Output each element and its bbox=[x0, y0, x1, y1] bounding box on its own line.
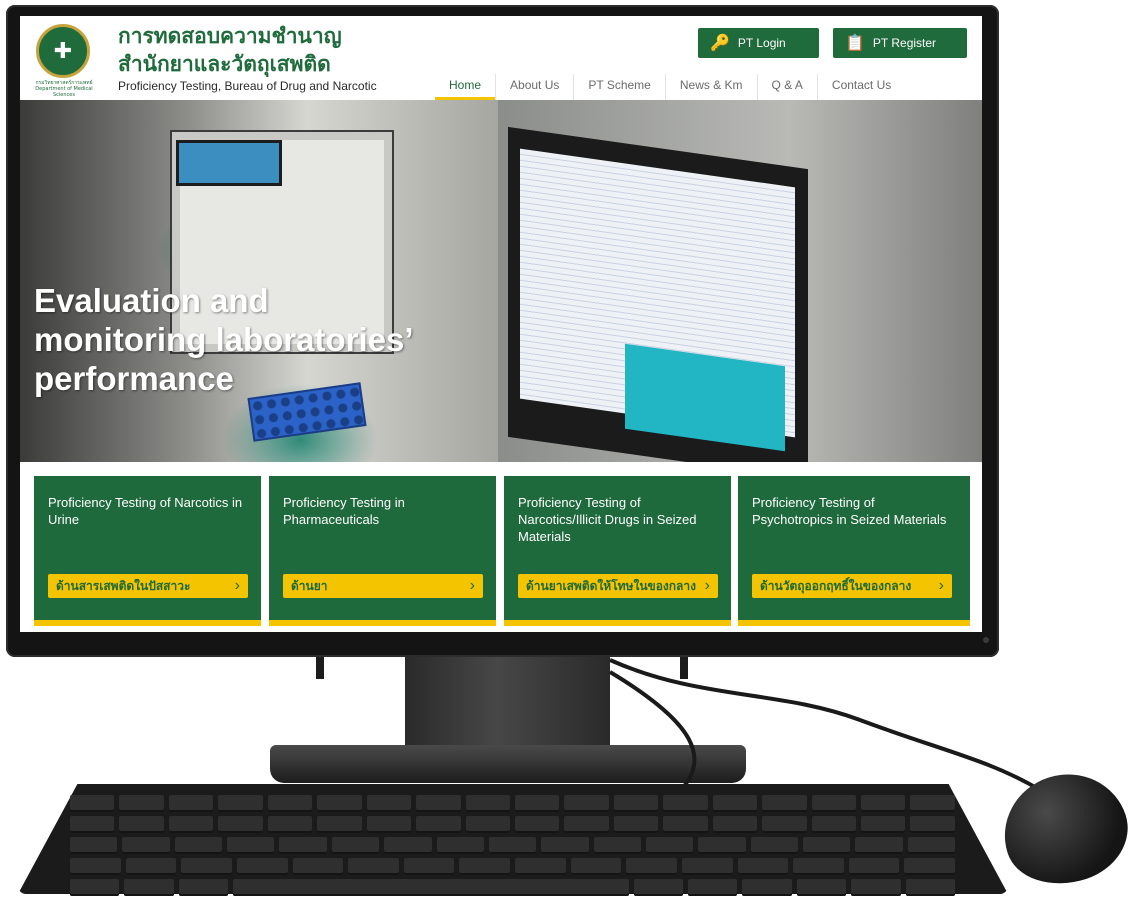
hero-heading: Evaluation and monitoring laboratories’ … bbox=[34, 281, 554, 398]
pt-login-button[interactable]: 🔑 PT Login bbox=[698, 28, 819, 58]
monitor-stand-base bbox=[270, 745, 746, 783]
keyboard-keys bbox=[70, 795, 956, 896]
nav-item-qa[interactable]: Q & A bbox=[756, 74, 817, 100]
pt-scheme-cards: Proficiency Testing of Narcotics in Urin… bbox=[20, 462, 982, 632]
card-accent-bar bbox=[34, 620, 261, 626]
chevron-right-icon: › bbox=[469, 577, 475, 594]
card-button-label: ด้านวัตถุออกฤทธิ์ในของกลาง bbox=[760, 578, 912, 593]
chevron-right-icon: › bbox=[704, 577, 710, 594]
monitor-foot-right bbox=[680, 657, 688, 679]
logo-caption: กรมวิทยาศาสตร์การแพทย์ Department of Med… bbox=[35, 80, 93, 98]
power-light-icon bbox=[983, 637, 989, 643]
card-accent-bar bbox=[504, 620, 731, 626]
card-accent-bar bbox=[269, 620, 496, 626]
hero-line-3: performance bbox=[34, 360, 234, 397]
card-button-label: ด้านยา bbox=[291, 578, 328, 593]
card-title: Proficiency Testing in Pharmaceuticals bbox=[283, 495, 405, 527]
card-title: Proficiency Testing of Narcotics in Urin… bbox=[48, 495, 243, 527]
card-title: Proficiency Testing of Psychotropics in … bbox=[752, 495, 947, 527]
chevron-right-icon: › bbox=[938, 577, 944, 594]
pt-register-button[interactable]: 📋 PT Register bbox=[833, 28, 967, 58]
instrument-display-image bbox=[176, 140, 282, 186]
card-button-illicit-drugs[interactable]: ด้านยาเสพติดให้โทษในของกลาง › bbox=[518, 574, 718, 598]
card-button-narcotics-urine[interactable]: ด้านสารเสพติดในปัสสาวะ › bbox=[48, 574, 248, 598]
hero-line-2: monitoring laboratories’ bbox=[34, 321, 414, 358]
monitor-foot-left bbox=[316, 657, 324, 679]
nav-item-contact-us[interactable]: Contact Us bbox=[816, 74, 905, 100]
card-button-pharmaceuticals[interactable]: ด้านยา › bbox=[283, 574, 483, 598]
nav-item-news-km[interactable]: News & Km bbox=[664, 74, 757, 100]
site-title-english: Proficiency Testing, Bureau of Drug and … bbox=[118, 79, 377, 93]
nav-item-home[interactable]: Home bbox=[435, 74, 496, 100]
card-psychotropics: Proficiency Testing of Psychotropics in … bbox=[738, 476, 970, 626]
monitor-stand-neck bbox=[405, 657, 610, 757]
website-screen: ✚ กรมวิทยาศาสตร์การแพทย์ Department of M… bbox=[20, 16, 982, 632]
chevron-right-icon: › bbox=[234, 577, 240, 594]
site-title-thai-line2[interactable]: สำนักยาและวัตถุเสพติด bbox=[118, 48, 331, 81]
nav-item-about-us[interactable]: About Us bbox=[495, 74, 573, 100]
main-nav: Home About Us PT Scheme News & Km Q & A … bbox=[435, 74, 982, 100]
site-header: ✚ กรมวิทยาศาสตร์การแพทย์ Department of M… bbox=[20, 16, 982, 100]
card-accent-bar bbox=[738, 620, 970, 626]
pt-register-label: PT Register bbox=[872, 36, 937, 50]
key-icon: 🔑 bbox=[710, 35, 730, 52]
hero-banner: Evaluation and monitoring laboratories’ … bbox=[20, 100, 982, 462]
card-button-psychotropics[interactable]: ด้านวัตถุออกฤทธิ์ในของกลาง › bbox=[752, 574, 952, 598]
clipboard-icon: 📋 bbox=[845, 35, 865, 52]
card-button-label: ด้านยาเสพติดให้โทษในของกลาง bbox=[526, 578, 697, 593]
card-button-label: ด้านสารเสพติดในปัสสาวะ bbox=[56, 578, 191, 593]
card-illicit-drugs: Proficiency Testing of Narcotics/Illicit… bbox=[504, 476, 731, 626]
ministry-logo-icon[interactable]: ✚ bbox=[36, 24, 90, 78]
card-pharmaceuticals: Proficiency Testing in Pharmaceuticals ด… bbox=[269, 476, 496, 626]
nav-item-pt-scheme[interactable]: PT Scheme bbox=[573, 74, 664, 100]
pt-login-label: PT Login bbox=[737, 36, 786, 50]
card-title: Proficiency Testing of Narcotics/Illicit… bbox=[518, 495, 697, 544]
mouse bbox=[989, 758, 1129, 900]
hero-line-1: Evaluation and bbox=[34, 282, 269, 319]
card-narcotics-urine: Proficiency Testing of Narcotics in Urin… bbox=[34, 476, 261, 626]
